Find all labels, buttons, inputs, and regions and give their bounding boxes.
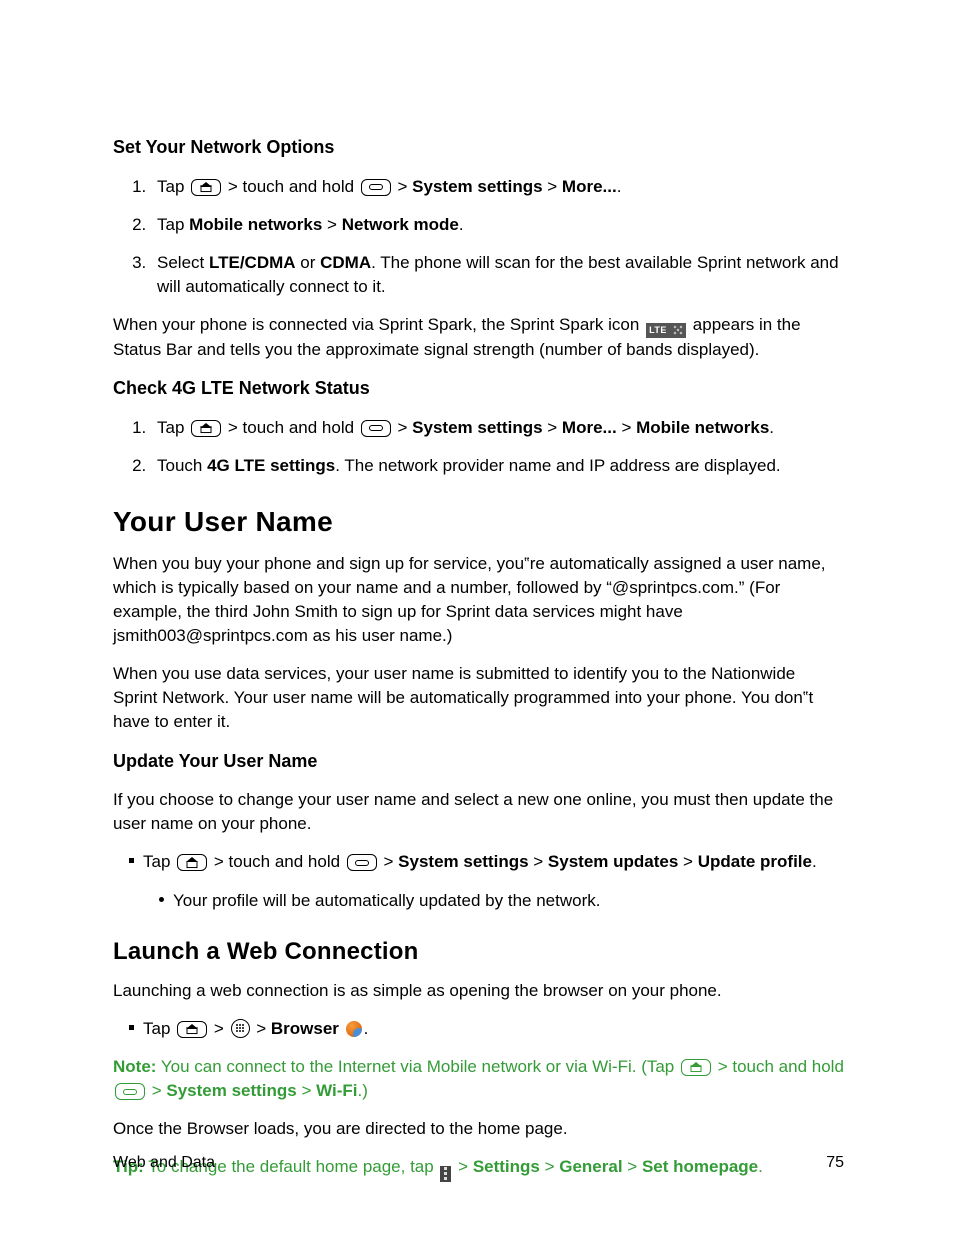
home-icon [177,1021,207,1038]
recent-apps-icon [115,1083,145,1100]
text: > [252,1019,271,1038]
label-browser: Browser [271,1019,339,1038]
list-item: Your profile will be automatically updat… [173,889,844,913]
browser-globe-icon [346,1021,362,1037]
footer-section-title: Web and Data [113,1152,215,1175]
text: Tap [143,852,175,871]
label-more: More... [562,177,617,196]
list-update-user: Tap > touch and hold > System settings >… [113,850,844,912]
text: > [543,418,562,437]
recent-apps-icon [347,854,377,871]
label-network-mode: Network mode [342,215,459,234]
text: > [209,1019,228,1038]
paragraph: If you choose to change your user name a… [113,788,844,836]
heading-launch-web-connection: Launch a Web Connection [113,935,844,969]
text: . The network provider name and IP addre… [335,456,780,475]
text: > [147,1081,166,1100]
text: > [297,1081,316,1100]
home-icon [681,1059,711,1076]
text: . [364,1019,369,1038]
paragraph: When you buy your phone and sign up for … [113,552,844,649]
text: When your phone is connected via Sprint … [113,315,644,334]
list-check-lte: Tap > touch and hold > System settings >… [113,416,844,478]
label-cdma: CDMA [320,253,371,272]
apps-icon [231,1019,250,1038]
text: . [769,418,774,437]
text: Tap [157,418,189,437]
sublist: Your profile will be automatically updat… [143,889,844,913]
label-mobile-networks: Mobile networks [189,215,322,234]
heading-check-4g-lte: Check 4G LTE Network Status [113,376,844,402]
list-item: Tap > touch and hold > System settings >… [143,850,844,912]
label-system-settings: System settings [166,1081,296,1100]
list-item: Select LTE/CDMA or CDMA. The phone will … [151,251,844,299]
text: . [617,177,622,196]
list-set-network: Tap > touch and hold > System settings >… [113,175,844,300]
page-footer: Web and Data 75 [113,1152,844,1175]
recent-apps-icon [361,420,391,437]
label-mobile-networks: Mobile networks [636,418,769,437]
lte-spark-icon: LTE [646,323,686,338]
text: Tap [157,177,189,196]
home-icon [177,854,207,871]
paragraph: Launching a web connection is as simple … [113,979,844,1003]
label-system-updates: System updates [548,852,678,871]
text: Tap [157,215,189,234]
text: > [379,852,398,871]
paragraph-spark: When your phone is connected via Sprint … [113,313,844,362]
text: > [543,177,562,196]
label-system-settings: System settings [412,418,542,437]
text: > [393,418,412,437]
text: > touch and hold [713,1057,844,1076]
text: > [393,177,412,196]
text: Touch [157,456,207,475]
heading-set-network-options: Set Your Network Options [113,135,844,161]
text: > [322,215,341,234]
recent-apps-icon [361,179,391,196]
paragraph: When you use data services, your user na… [113,662,844,734]
text: . [812,852,817,871]
text: or [296,253,321,272]
heading-update-user-name: Update Your User Name [113,749,844,775]
text: > [678,852,697,871]
home-icon [191,420,221,437]
label-4g-lte-settings: 4G LTE settings [207,456,335,475]
text: Tap [143,1019,175,1038]
label-wifi: Wi-Fi [316,1081,357,1100]
label-system-settings: System settings [412,177,542,196]
heading-your-user-name: Your User Name [113,502,844,542]
text: > touch and hold [223,418,359,437]
paragraph: Once the Browser loads, you are directed… [113,1117,844,1141]
text: Select [157,253,209,272]
list-item: Touch 4G LTE settings. The network provi… [151,454,844,478]
note-paragraph: Note: You can connect to the Internet vi… [113,1055,844,1103]
label-system-settings: System settings [398,852,528,871]
label-more: More... [562,418,617,437]
list-item: Tap > touch and hold > System settings >… [151,416,844,440]
list-item: Tap > touch and hold > System settings >… [151,175,844,199]
list-item: Tap > > Browser . [143,1017,844,1041]
text: You can connect to the Internet via Mobi… [156,1057,679,1076]
list-launch: Tap > > Browser . [113,1017,844,1041]
text: .) [358,1081,368,1100]
text: > touch and hold [223,177,359,196]
list-item: Tap Mobile networks > Network mode. [151,213,844,237]
text: > [617,418,636,437]
home-icon [191,179,221,196]
text: > [529,852,548,871]
text: . [459,215,464,234]
label-lte-cdma: LTE/CDMA [209,253,296,272]
footer-page-number: 75 [826,1152,844,1175]
label-update-profile: Update profile [698,852,812,871]
note-label: Note: [113,1057,156,1076]
text: > touch and hold [209,852,345,871]
text [339,1019,344,1038]
